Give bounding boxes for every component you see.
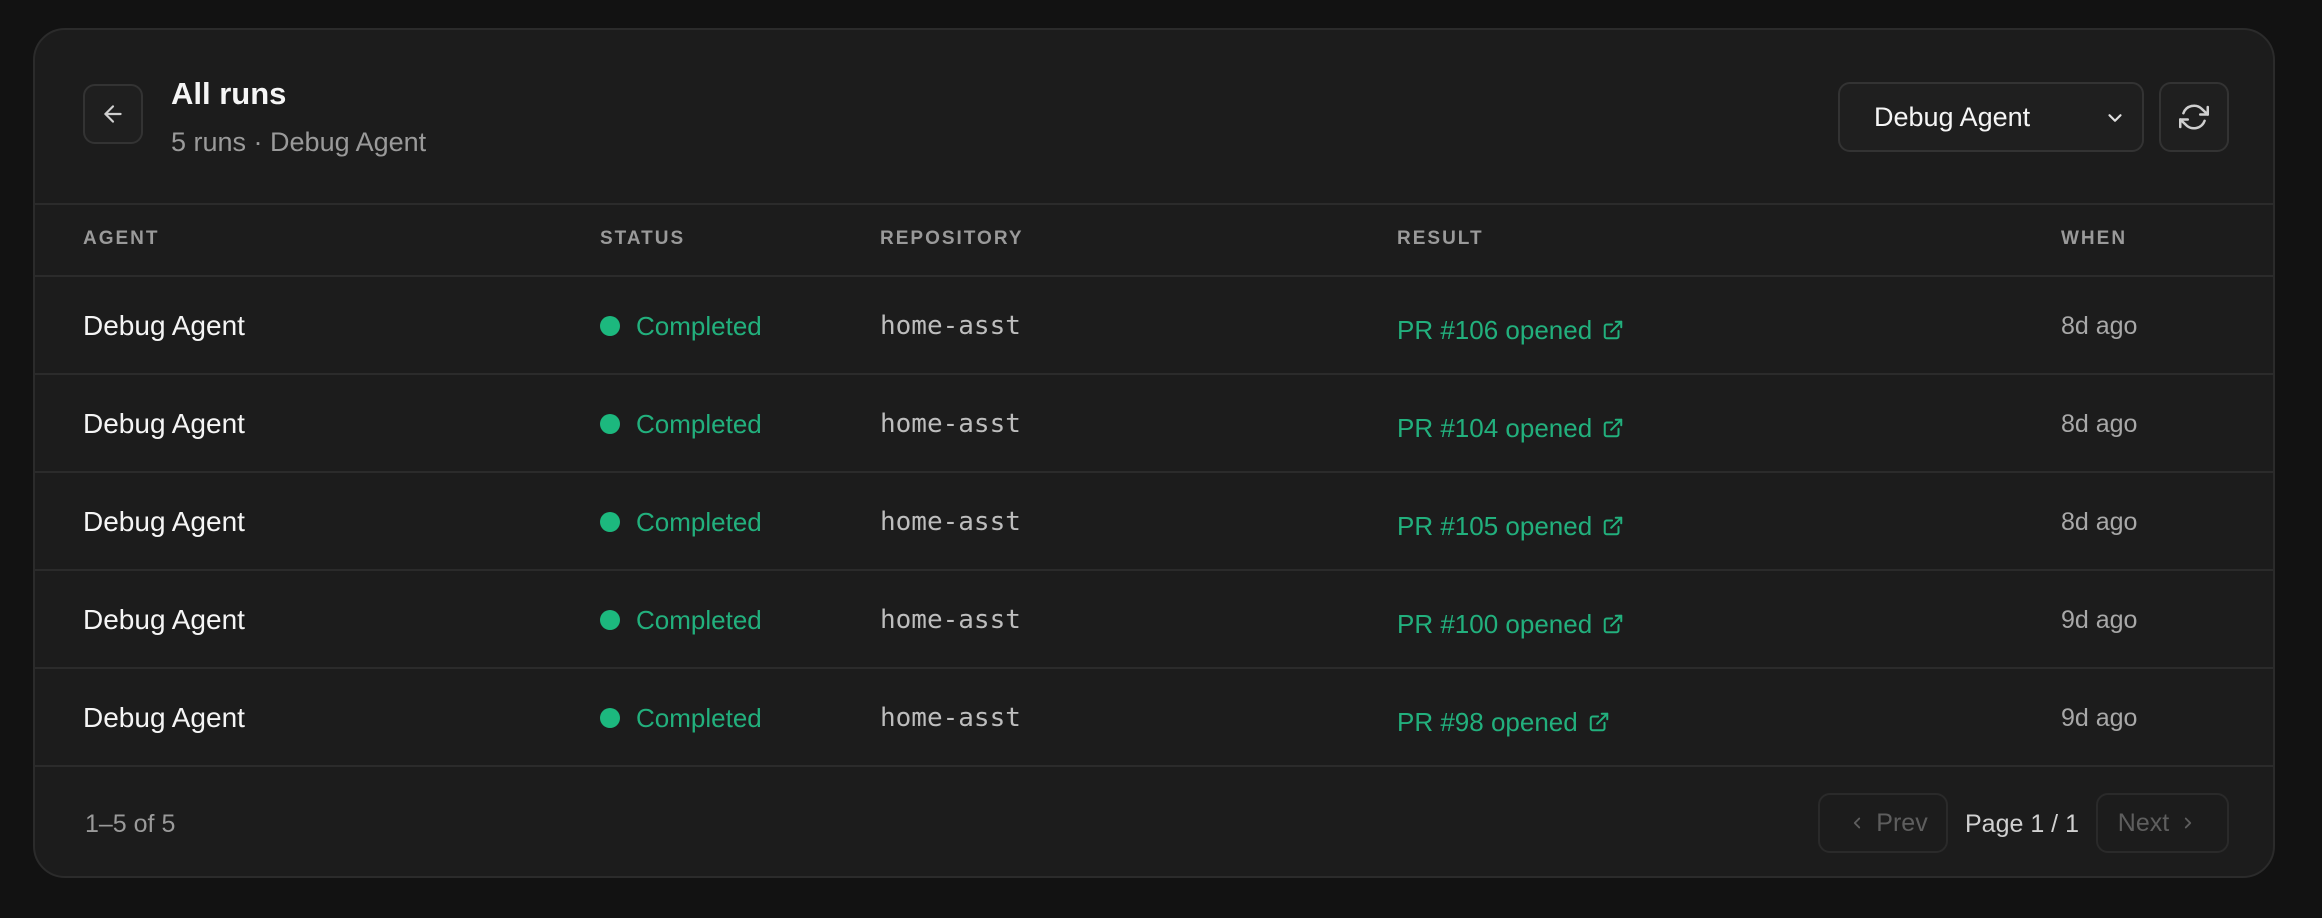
page-title: All runs [171, 76, 287, 111]
status-label: Completed [636, 604, 762, 635]
row-repository: home-asst [880, 409, 1021, 439]
chevron-right-icon [2185, 817, 2192, 829]
row-agent: Debug Agent [83, 604, 245, 635]
status-dot [600, 512, 620, 532]
row-agent: Debug Agent [83, 506, 245, 537]
external-link-icon [1602, 319, 1624, 341]
row-status: Completed [600, 277, 762, 375]
row-when: 9d ago [2061, 703, 2138, 732]
chevron-left-icon [1854, 817, 1861, 829]
column-header-repository: REPOSITORY [880, 228, 1024, 249]
status-dot [600, 610, 620, 630]
column-header-agent: AGENT [83, 228, 160, 249]
row-agent: Debug Agent [83, 310, 245, 341]
row-status: Completed [600, 375, 762, 473]
row-repository: home-asst [880, 311, 1021, 341]
page-subtitle: 5 runs · Debug Agent [171, 127, 427, 157]
result-link[interactable]: PR #98 opened [1397, 673, 1610, 771]
external-link-icon [1602, 613, 1624, 635]
agent-filter-value: Debug Agent [1874, 101, 2031, 132]
table-row[interactable]: Debug Agent Completed home-asst PR #100 … [35, 571, 2273, 669]
row-when: 8d ago [2061, 409, 2138, 438]
status-label: Completed [636, 702, 762, 733]
column-header-status: STATUS [600, 228, 686, 249]
external-link-icon [1602, 417, 1624, 439]
result-label: PR #98 opened [1397, 706, 1578, 737]
chevron-down-icon [2108, 114, 2122, 122]
row-agent: Debug Agent [83, 702, 245, 733]
row-repository: home-asst [880, 703, 1021, 733]
status-label: Completed [636, 310, 762, 341]
result-label: PR #105 opened [1397, 510, 1593, 541]
agent-filter-select[interactable]: Debug Agent [1838, 82, 2144, 152]
row-when: 8d ago [2061, 507, 2138, 536]
prev-label: Prev [1876, 808, 1928, 837]
prev-page-button[interactable]: Prev [1818, 793, 1948, 853]
external-link-icon [1602, 515, 1624, 537]
next-label: Next [2117, 808, 2170, 837]
table-row[interactable]: Debug Agent Completed home-asst PR #105 … [35, 473, 2273, 571]
back-button[interactable] [83, 84, 143, 144]
result-link[interactable]: PR #106 opened [1397, 281, 1624, 379]
result-label: PR #100 opened [1397, 608, 1593, 639]
row-agent: Debug Agent [83, 408, 245, 439]
result-label: PR #106 opened [1397, 314, 1593, 345]
result-link[interactable]: PR #104 opened [1397, 379, 1624, 477]
row-when: 9d ago [2061, 605, 2138, 634]
column-header-result: RESULT [1397, 228, 1484, 249]
refresh-button[interactable] [2159, 82, 2229, 152]
row-status: Completed [600, 473, 762, 571]
row-repository: home-asst [880, 605, 1021, 635]
table-row[interactable]: Debug Agent Completed home-asst PR #106 … [35, 277, 2273, 375]
status-label: Completed [636, 408, 762, 439]
results-count: 1–5 of 5 [85, 810, 176, 838]
result-link[interactable]: PR #105 opened [1397, 477, 1624, 575]
column-header-when: WHEN [2061, 228, 2128, 249]
next-page-button[interactable]: Next [2096, 793, 2229, 853]
page-indicator: Page 1 / 1 [1965, 810, 2079, 838]
result-link[interactable]: PR #100 opened [1397, 575, 1624, 673]
result-label: PR #104 opened [1397, 412, 1593, 443]
row-status: Completed [600, 571, 762, 669]
table-row[interactable]: Debug Agent Completed home-asst PR #104 … [35, 375, 2273, 473]
arrow-left-icon [104, 105, 122, 123]
row-status: Completed [600, 669, 762, 767]
status-dot [600, 414, 620, 434]
status-label: Completed [636, 506, 762, 537]
table-row[interactable]: Debug Agent Completed home-asst PR #98 o… [35, 669, 2273, 767]
row-when: 8d ago [2061, 311, 2138, 340]
panel-header: All runs 5 runs · Debug Agent Debug Agen… [35, 30, 2273, 205]
status-dot [600, 708, 620, 728]
external-link-icon [1588, 711, 1610, 733]
runs-panel: All runs 5 runs · Debug Agent Debug Agen… [33, 28, 2275, 878]
row-repository: home-asst [880, 507, 1021, 537]
refresh-icon [2179, 104, 2209, 130]
status-dot [600, 316, 620, 336]
